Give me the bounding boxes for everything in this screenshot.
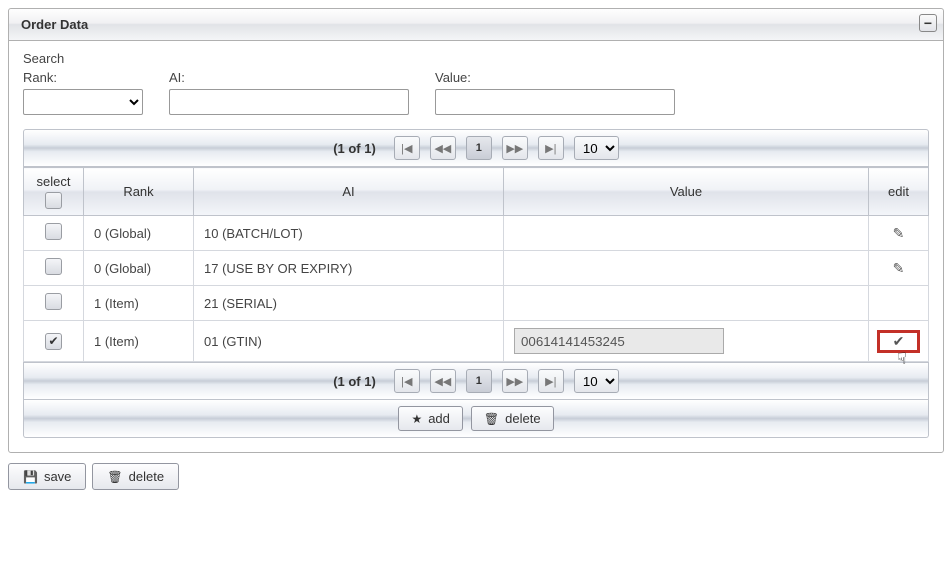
- order-data-panel: Order Data − Search Rank: AI: Value: (1 …: [8, 8, 944, 453]
- panel-header: Order Data −: [9, 9, 943, 41]
- delete-button[interactable]: delete: [471, 406, 554, 431]
- cell-ai: 17 (USE BY OR EXPIRY): [194, 251, 504, 286]
- save-label: save: [44, 469, 71, 484]
- first-icon: |◀: [401, 375, 412, 388]
- value-label: Value:: [435, 70, 675, 85]
- star-icon: [411, 411, 422, 426]
- footer-buttons: save delete: [8, 463, 944, 490]
- rank-label: Rank:: [23, 70, 143, 85]
- row-checkbox[interactable]: [45, 258, 62, 275]
- cell-ai: 01 (GTIN): [194, 321, 504, 362]
- data-table: select Rank AI Value edit 0 (Global) 10 …: [23, 167, 929, 362]
- cell-rank: 0 (Global): [84, 216, 194, 251]
- cell-ai: 10 (BATCH/LOT): [194, 216, 504, 251]
- last-page-button[interactable]: ▶|: [538, 369, 564, 393]
- save-icon: [23, 469, 38, 484]
- last-icon: ▶|: [545, 142, 556, 155]
- cell-value: [504, 321, 869, 362]
- confirm-edit-highlight: ✔ ☟: [879, 333, 918, 350]
- header-edit: edit: [869, 168, 929, 216]
- last-page-button[interactable]: ▶|: [538, 136, 564, 160]
- prev-page-button[interactable]: ◀◀: [430, 136, 456, 160]
- collapse-button[interactable]: −: [919, 14, 937, 32]
- footer-delete-button[interactable]: delete: [92, 463, 179, 490]
- table-row: 0 (Global) 17 (USE BY OR EXPIRY) ✎: [24, 251, 929, 286]
- page-number-button[interactable]: 1: [466, 369, 492, 393]
- prev-page-button[interactable]: ◀◀: [430, 369, 456, 393]
- save-button[interactable]: save: [8, 463, 86, 490]
- trash-icon: [484, 411, 499, 426]
- prev-icon: ◀◀: [434, 375, 451, 388]
- value-input[interactable]: [435, 89, 675, 115]
- prev-icon: ◀◀: [434, 142, 451, 155]
- page-info-top: (1 of 1): [333, 141, 376, 156]
- cell-rank: 0 (Global): [84, 251, 194, 286]
- header-select: select: [24, 168, 84, 216]
- paginator-bottom: (1 of 1) |◀ ◀◀ 1 ▶▶ ▶| 10: [23, 362, 929, 400]
- last-icon: ▶|: [545, 375, 556, 388]
- next-page-button[interactable]: ▶▶: [502, 369, 528, 393]
- delete-label: delete: [505, 411, 540, 426]
- cell-value: [504, 251, 869, 286]
- paginator-top: (1 of 1) |◀ ◀◀ 1 ▶▶ ▶| 10: [23, 129, 929, 167]
- row-checkbox[interactable]: [45, 333, 62, 350]
- action-bar: add delete: [23, 400, 929, 438]
- next-icon: ▶▶: [506, 142, 523, 155]
- rows-per-page-select[interactable]: 10: [574, 136, 619, 160]
- page-number-button[interactable]: 1: [466, 136, 492, 160]
- footer-delete-label: delete: [129, 469, 164, 484]
- ai-input[interactable]: [169, 89, 409, 115]
- header-ai[interactable]: AI: [194, 168, 504, 216]
- rank-select[interactable]: [23, 89, 143, 115]
- add-button[interactable]: add: [398, 406, 462, 431]
- confirm-edit-icon[interactable]: ✔: [893, 333, 905, 350]
- edit-icon[interactable]: ✎: [893, 225, 905, 242]
- row-checkbox[interactable]: [45, 223, 62, 240]
- next-icon: ▶▶: [506, 375, 523, 388]
- select-all-checkbox[interactable]: [45, 192, 62, 209]
- row-checkbox[interactable]: [45, 293, 62, 310]
- minus-icon: −: [924, 16, 932, 30]
- trash-icon: [107, 469, 122, 484]
- search-row: Rank: AI: Value:: [23, 70, 929, 115]
- cell-rank: 1 (Item): [84, 321, 194, 362]
- table-row: 1 (Item) 01 (GTIN) ✔ ☟: [24, 321, 929, 362]
- rank-field: Rank:: [23, 70, 143, 115]
- first-icon: |◀: [401, 142, 412, 155]
- first-page-button[interactable]: |◀: [394, 136, 420, 160]
- header-value[interactable]: Value: [504, 168, 869, 216]
- panel-body: Search Rank: AI: Value: (1 of 1) |◀ ◀◀ 1…: [9, 41, 943, 452]
- header-rank[interactable]: Rank: [84, 168, 194, 216]
- next-page-button[interactable]: ▶▶: [502, 136, 528, 160]
- ai-label: AI:: [169, 70, 409, 85]
- table-row: 1 (Item) 21 (SERIAL): [24, 286, 929, 321]
- cell-value: [504, 286, 869, 321]
- panel-title: Order Data: [21, 17, 88, 32]
- rows-per-page-select[interactable]: 10: [574, 369, 619, 393]
- page-info-bottom: (1 of 1): [333, 374, 376, 389]
- table-row: 0 (Global) 10 (BATCH/LOT) ✎: [24, 216, 929, 251]
- first-page-button[interactable]: |◀: [394, 369, 420, 393]
- edit-icon[interactable]: ✎: [893, 260, 905, 277]
- header-select-label: select: [37, 174, 71, 189]
- cell-value: [504, 216, 869, 251]
- cell-ai: 21 (SERIAL): [194, 286, 504, 321]
- value-edit-input[interactable]: [514, 328, 724, 354]
- cell-rank: 1 (Item): [84, 286, 194, 321]
- cell-edit-empty: [869, 286, 929, 321]
- value-field: Value:: [435, 70, 675, 115]
- ai-field: AI:: [169, 70, 409, 115]
- add-label: add: [428, 411, 450, 426]
- search-title: Search: [23, 51, 929, 66]
